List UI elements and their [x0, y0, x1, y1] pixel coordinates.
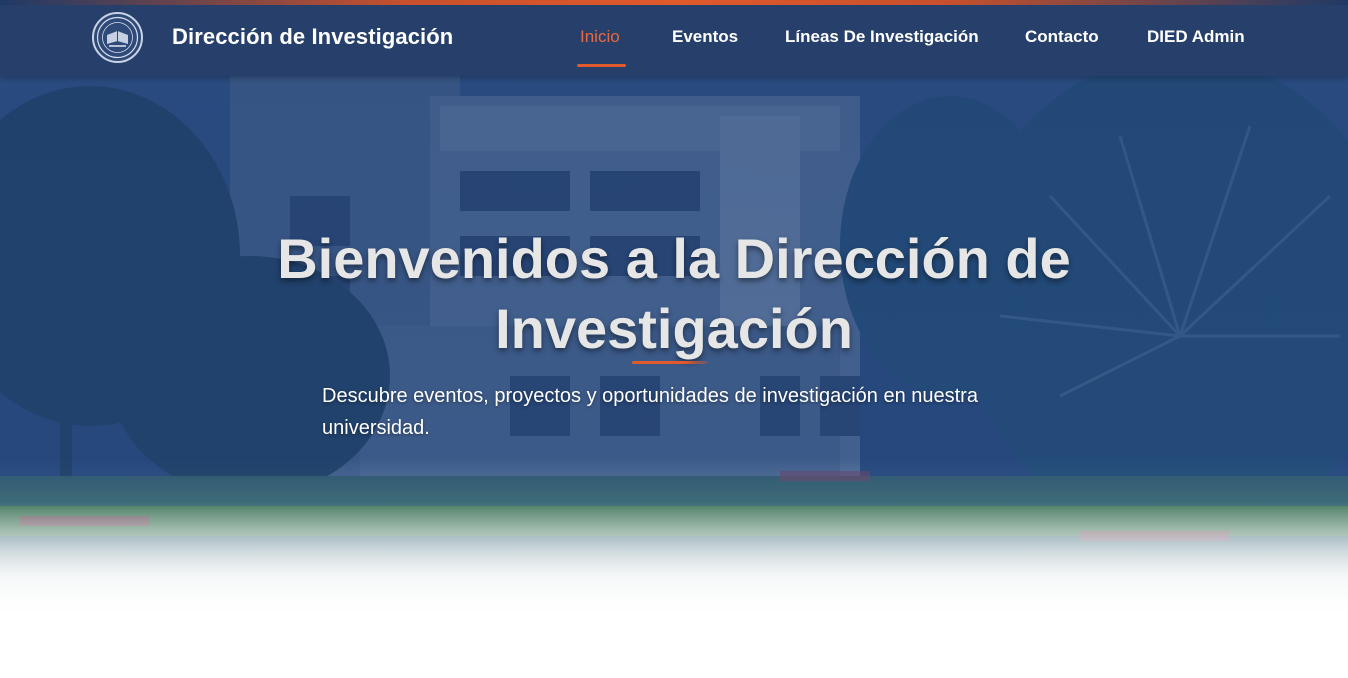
nav-item-eventos[interactable]: Eventos [672, 27, 738, 47]
hero-section: Bienvenidos a la Dirección de Investigac… [0, 76, 1348, 621]
hero-title: Bienvenidos a la Dirección de Investigac… [277, 227, 1071, 360]
nav-item-died-admin[interactable]: DIED Admin [1147, 27, 1245, 47]
hero-bottom-fade [0, 506, 1348, 621]
main-nav: Inicio Eventos Líneas De Investigación C… [0, 0, 1348, 76]
nav-item-inicio[interactable]: Inicio [580, 27, 620, 47]
nav-item-lineas-de-investigacion[interactable]: Líneas De Investigación [785, 27, 979, 47]
site-header: Dirección de Investigación Inicio Evento… [0, 0, 1348, 76]
nav-item-contacto[interactable]: Contacto [1025, 27, 1099, 47]
top-accent-line [0, 0, 1348, 5]
active-nav-indicator [577, 64, 626, 67]
hero-title-underline [632, 361, 708, 364]
hero-subtitle: Descubre eventos, proyectos y oportunida… [322, 385, 978, 439]
